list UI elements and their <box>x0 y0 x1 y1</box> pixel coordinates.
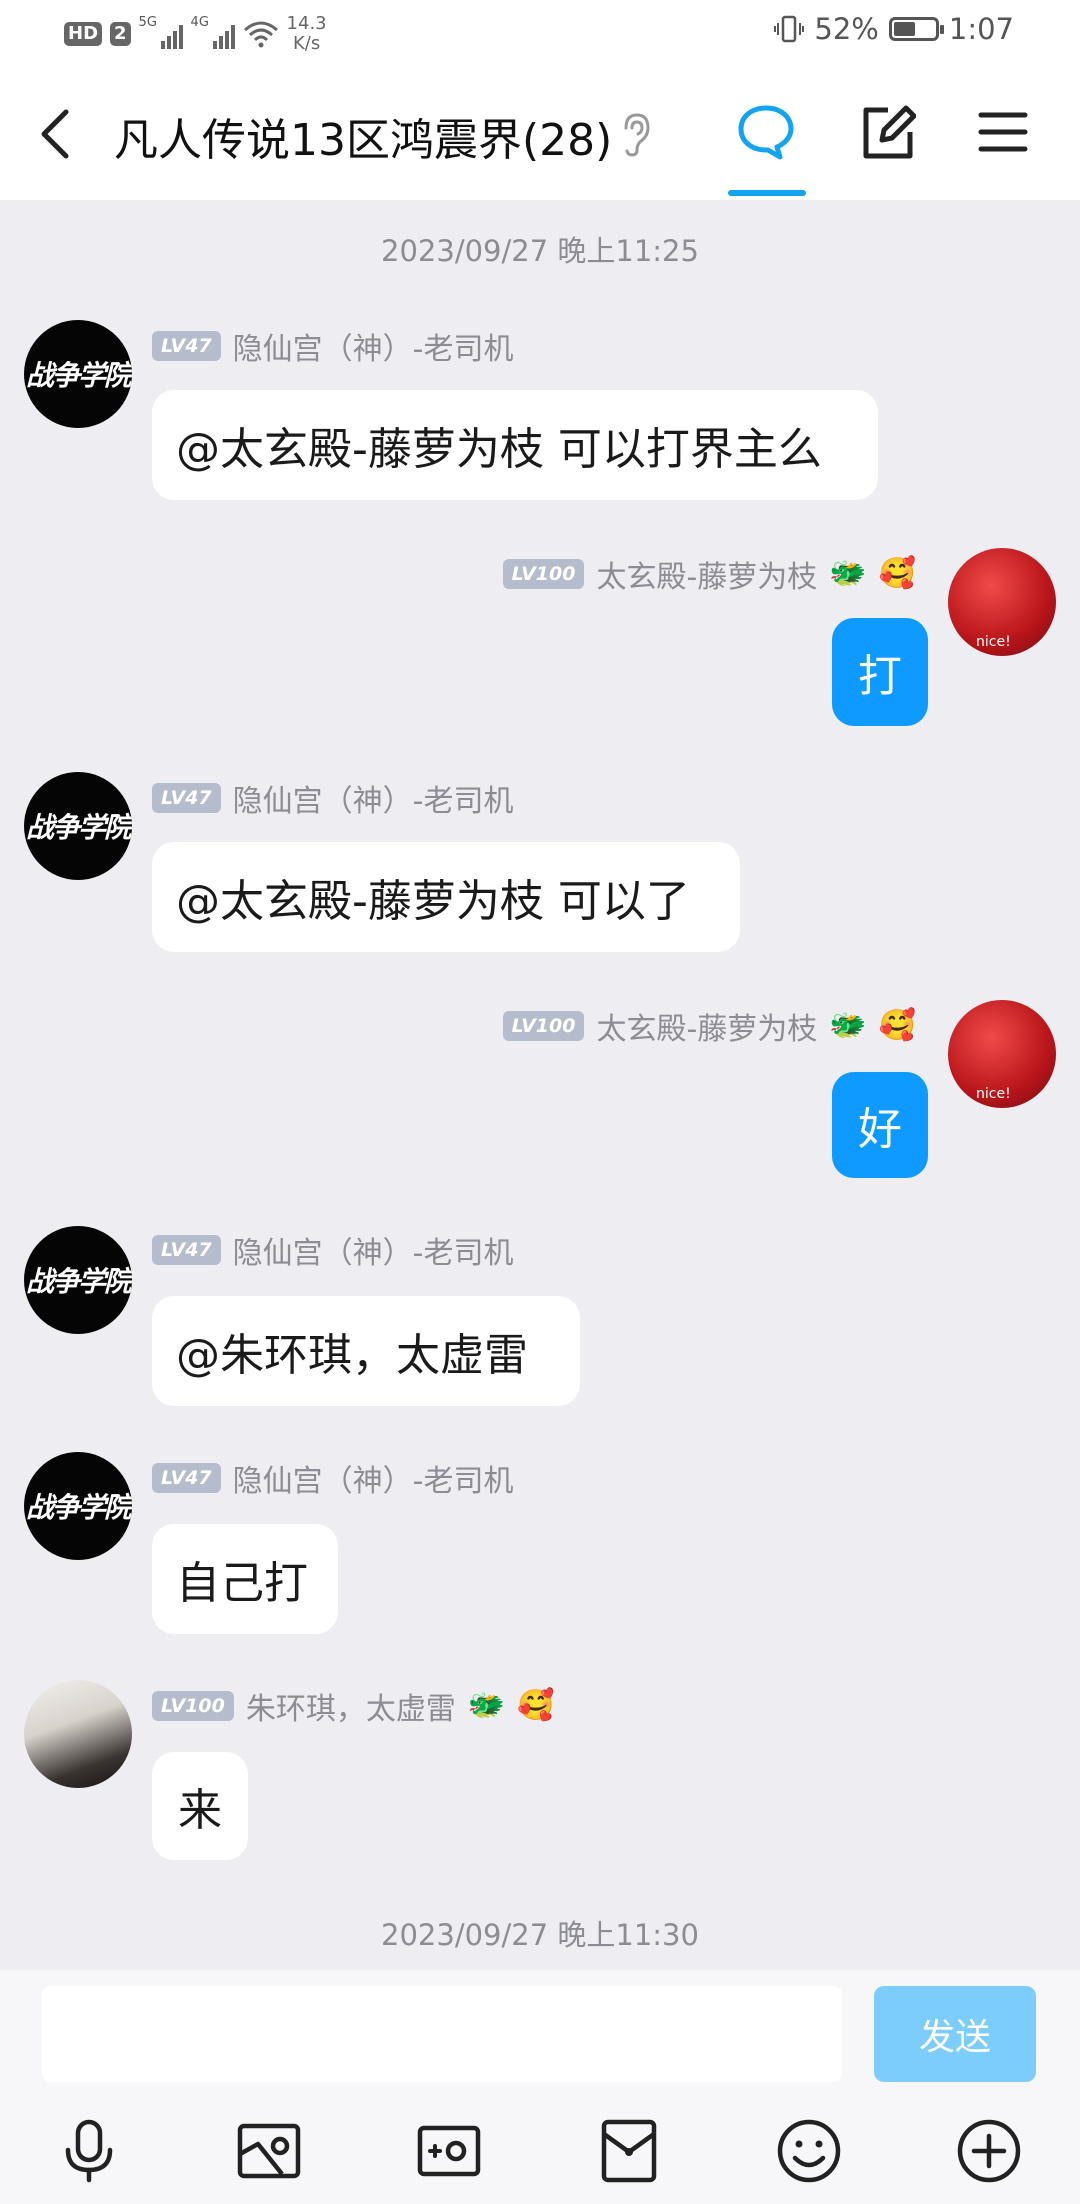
emoji-button[interactable] <box>776 2118 842 2184</box>
message-bubble[interactable]: 来 <box>152 1752 248 1860</box>
wifi-icon <box>243 21 278 48</box>
chat-bubble-icon[interactable] <box>736 102 796 162</box>
avatar-caption: nice! <box>976 634 1011 650</box>
net-speed-value: 14.3 <box>286 13 327 34</box>
avatar-logo-text: 战争学院 <box>25 1265 132 1298</box>
back-arrow-icon[interactable] <box>36 106 76 162</box>
dragon-badge-icon: 🐲 <box>829 556 867 591</box>
menu-icon[interactable] <box>978 110 1028 154</box>
my-avatar[interactable]: nice! <box>948 1000 1056 1108</box>
avatar-logo-text: 战争学院 <box>25 1491 132 1524</box>
message-bubble[interactable]: 打 <box>832 618 928 726</box>
sender-name[interactable]: 隐仙宫（神）-老司机 <box>233 324 514 368</box>
timestamp: 2023/09/27 晚上11:25 <box>381 234 699 268</box>
sender-info: LV47 隐仙宫（神）-老司机 <box>152 324 513 368</box>
face-badge-icon: 🥰 <box>878 556 916 591</box>
image-icon <box>237 2123 301 2179</box>
sender-name[interactable]: 朱环琪，太虚雷 <box>246 1684 456 1728</box>
battery-percent: 52% <box>814 12 879 46</box>
sender-name[interactable]: 太玄殿-藤萝为枝 <box>596 552 817 596</box>
level-badge: LV47 <box>152 783 221 813</box>
status-left: HD 2 5G 4G 14.3 K/s <box>64 14 327 54</box>
input-bar: 发送 <box>0 1970 1080 2204</box>
battery-icon <box>888 17 944 41</box>
message-bubble[interactable]: 好 <box>832 1072 928 1178</box>
status-bar: HD 2 5G 4G 14.3 K/s 52% 1:07 <box>0 0 1080 66</box>
camera-icon <box>417 2125 481 2177</box>
net2-label: 4G <box>190 15 209 30</box>
message-bubble[interactable]: 自己打 <box>152 1524 338 1634</box>
signal-5g-icon: 5G <box>139 15 183 49</box>
net-speed-unit: K/s <box>292 33 321 54</box>
net1-label: 5G <box>138 15 157 30</box>
level-badge: LV47 <box>152 1235 221 1265</box>
ear-icon[interactable] <box>620 112 654 158</box>
avatar-logo-text: 战争学院 <box>25 811 132 844</box>
vibrate-icon <box>774 15 805 43</box>
status-right: 52% 1:07 <box>774 12 1014 46</box>
emoji-icon <box>777 2119 841 2183</box>
face-badge-icon: 🥰 <box>878 1008 916 1043</box>
dragon-badge-icon: 🐲 <box>467 1688 506 1723</box>
level-badge: LV47 <box>152 1463 221 1493</box>
plus-circle-icon <box>957 2119 1021 2183</box>
sender-name[interactable]: 隐仙宫（神）-老司机 <box>233 1228 514 1272</box>
sender-name[interactable]: 隐仙宫（神）-老司机 <box>233 1456 514 1500</box>
edit-icon[interactable] <box>858 104 916 162</box>
red-packet-icon <box>601 2119 657 2183</box>
face-badge-icon: 🥰 <box>517 1688 555 1723</box>
send-button[interactable]: 发送 <box>874 1986 1036 2082</box>
battery-fill <box>893 22 915 36</box>
sender-avatar[interactable]: 战争学院 <box>24 1226 132 1334</box>
sender-info: LV47 隐仙宫（神）-老司机 <box>152 1456 513 1500</box>
message-bubble[interactable]: @太玄殿-藤萝为枝 可以了 <box>152 842 740 952</box>
sender-name[interactable]: 太玄殿-藤萝为枝 <box>596 1004 817 1048</box>
microphone-icon <box>65 2119 113 2183</box>
avatar-caption: nice! <box>976 1086 1011 1102</box>
clock: 1:07 <box>948 12 1014 46</box>
chat-header: 凡人传说13区鸿震界(28) <box>0 66 1080 200</box>
net-speed: 14.3 K/s <box>287 14 327 54</box>
sender-info: LV47 隐仙宫（神）-老司机 <box>152 1228 513 1272</box>
sender-avatar[interactable]: 战争学院 <box>24 1452 132 1560</box>
timestamp: 2023/09/27 晚上11:30 <box>381 1918 699 1952</box>
dragon-badge-icon: 🐲 <box>829 1008 867 1043</box>
my-avatar[interactable]: nice! <box>948 548 1056 656</box>
sender-info: LV47 隐仙宫（神）-老司机 <box>152 776 513 820</box>
level-badge: LV100 <box>502 1011 585 1041</box>
sender-avatar[interactable]: 战争学院 <box>24 320 132 428</box>
signal-4g-icon: 4G <box>191 15 235 49</box>
level-badge: LV47 <box>152 331 221 361</box>
hd-badge: HD <box>64 22 103 46</box>
album-button[interactable] <box>236 2118 302 2184</box>
level-badge: LV100 <box>152 1691 234 1721</box>
sender-name[interactable]: 隐仙宫（神）-老司机 <box>233 776 514 820</box>
more-button[interactable] <box>956 2118 1022 2184</box>
sim-badge: 2 <box>110 22 131 46</box>
avatar-logo-text: 战争学院 <box>25 359 132 392</box>
message-bubble[interactable]: @太玄殿-藤萝为枝 可以打界主么 <box>152 390 878 500</box>
message-input[interactable] <box>42 1986 842 2082</box>
voice-button[interactable] <box>56 2118 122 2184</box>
camera-button[interactable] <box>416 2118 482 2184</box>
level-badge: LV100 <box>502 559 585 589</box>
sender-info: LV100 太玄殿-藤萝为枝 🐲 🥰 <box>502 552 916 596</box>
red-packet-button[interactable] <box>596 2118 662 2184</box>
sender-avatar[interactable]: 战争学院 <box>24 772 132 880</box>
sender-info: LV100 太玄殿-藤萝为枝 🐲 🥰 <box>502 1004 916 1048</box>
group-title: 凡人传说13区鸿震界(28) <box>114 115 613 166</box>
sender-info: LV100 朱环琪，太虚雷 🐲 🥰 <box>152 1684 555 1728</box>
message-bubble[interactable]: @朱环琪，太虚雷 <box>152 1296 580 1406</box>
active-tab-indicator <box>728 190 806 196</box>
sender-avatar[interactable] <box>24 1680 132 1788</box>
